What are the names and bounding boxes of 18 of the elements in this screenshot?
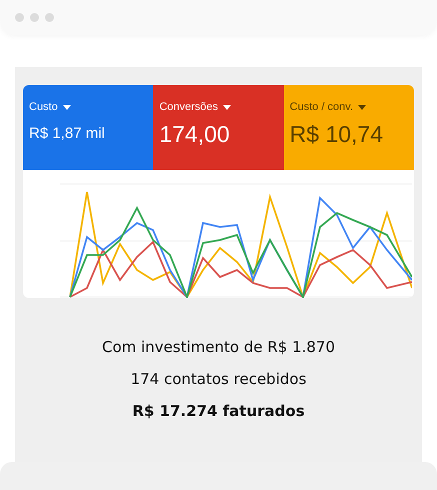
summary-text: R$ 17.274 faturados: [132, 402, 305, 420]
metric-label: Custo / conv.: [290, 101, 366, 113]
caret-icon[interactable]: [358, 104, 366, 110]
summary-text: 174 contatos recebidos: [130, 370, 306, 388]
metric-label: Custo: [29, 101, 71, 113]
metric-value: R$ 1,87 mil: [29, 125, 105, 142]
window-dot-icon: [45, 13, 54, 22]
summary-text: Com investimento de R$ 1.870: [102, 338, 336, 356]
metric-card[interactable]: Custo R$ 1,87 mil: [23, 85, 154, 170]
window-dot-icon: [30, 13, 39, 22]
metric-card[interactable]: Conversões 174,00: [153, 85, 284, 170]
caret-icon[interactable]: [223, 104, 232, 110]
metric-value: R$ 10,74: [290, 121, 384, 148]
caret-icon[interactable]: [62, 104, 71, 110]
window-dot-icon: [15, 13, 24, 22]
metric-label: Conversões: [159, 101, 232, 113]
metric-card[interactable]: Custo / conv. R$ 10,74: [284, 85, 414, 170]
metric-value: 174,00: [159, 121, 230, 148]
